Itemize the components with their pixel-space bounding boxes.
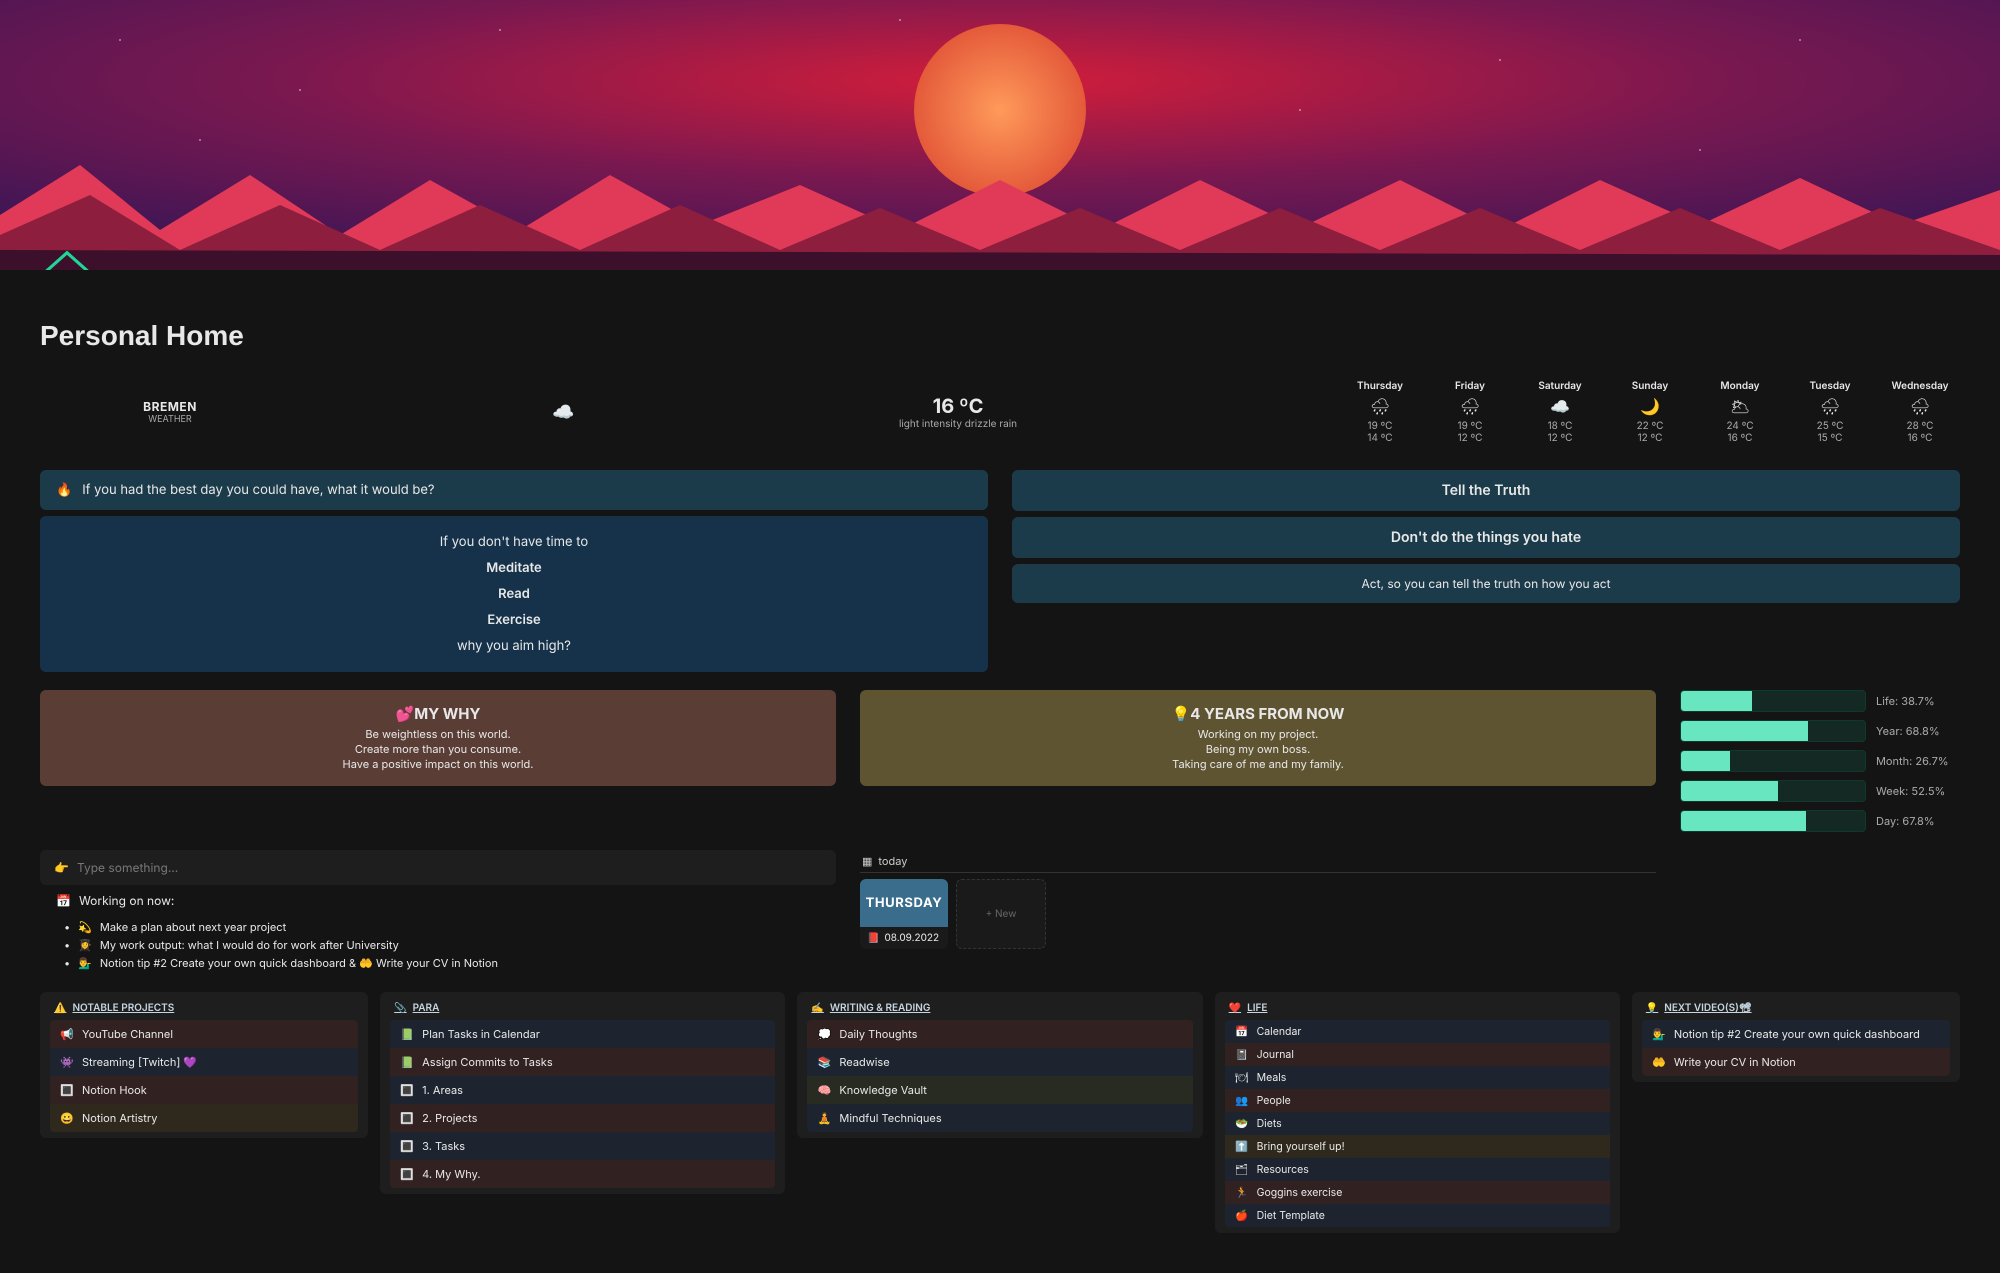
principle-1[interactable]: Tell the Truth — [1012, 470, 1960, 511]
writing-icon: ✍️ — [811, 1002, 823, 1014]
list-item[interactable]: 📗Assign Commits to Tasks — [390, 1048, 775, 1076]
bullet-item[interactable]: •👩‍🎓My work output: what I would do for … — [64, 936, 812, 954]
warning-icon: ⚠️ — [54, 1002, 66, 1014]
bullet-item[interactable]: •💫Make a plan about next year project — [64, 918, 812, 936]
four-years-panel[interactable]: 💡4 YEARS FROM NOW Working on my project.… — [860, 690, 1656, 786]
today-view-tab[interactable]: ▦ today — [860, 850, 1656, 873]
pointer-icon: 👉 — [54, 860, 69, 875]
progress-day: Day: 67.8% — [1680, 810, 1960, 832]
list-item[interactable]: 🔳3. Tasks — [390, 1132, 775, 1160]
today-card[interactable]: THURSDAY 📕08.09.2022 — [860, 879, 948, 949]
forecast-day: Friday🌧19 ºC12 ºC — [1440, 380, 1500, 444]
progress-year: Year: 68.8% — [1680, 720, 1960, 742]
journal-prompt-text: If you had the best day you could have, … — [82, 482, 434, 498]
list-item[interactable]: ⬆️Bring yourself up! — [1225, 1135, 1610, 1158]
notable-projects-card: ⚠️NOTABLE PROJECTS 📢YouTube Channel 👾Str… — [40, 992, 368, 1138]
gallery-icon: ▦ — [862, 854, 872, 868]
weather-now-icon: ☁️ — [552, 402, 566, 423]
calendar-icon: 📅 — [56, 893, 71, 908]
list-item[interactable]: 🏃Goggins exercise — [1225, 1181, 1610, 1204]
time-block-callout[interactable]: If you don't have time to Meditate Read … — [40, 516, 988, 672]
weather-now: 16 ºC light intensity drizzle rain — [828, 394, 1088, 430]
list-item[interactable]: 🧘Mindful Techniques — [807, 1104, 1192, 1132]
my-why-panel[interactable]: 💕MY WHY Be weightless on this world. Cre… — [40, 690, 836, 786]
list-item[interactable]: 📚Readwise — [807, 1048, 1192, 1076]
list-item[interactable]: 🧠Knowledge Vault — [807, 1076, 1192, 1104]
book-icon: 📕 — [867, 932, 879, 944]
forecast-day: Thursday🌧19 ºC14 ºC — [1350, 380, 1410, 444]
list-item[interactable]: 🍎Diet Template — [1225, 1204, 1610, 1227]
card-header[interactable]: 💡NEXT VIDEO(S)📽 — [1642, 1002, 1950, 1020]
list-item[interactable]: 📗Plan Tasks in Calendar — [390, 1020, 775, 1048]
bullet-item[interactable]: •💁‍♂️Notion tip #2 Create your own quick… — [64, 954, 812, 972]
card-header[interactable]: ❤️LIFE — [1225, 1002, 1610, 1020]
bulb-icon: 💡 — [1646, 1002, 1658, 1014]
writing-reading-card: ✍️WRITING & READING 💭Daily Thoughts 📚Rea… — [797, 992, 1202, 1138]
list-item[interactable]: 🔳4. My Why. — [390, 1160, 775, 1188]
journal-prompt-callout[interactable]: 🔥 If you had the best day you could have… — [40, 470, 988, 510]
list-item[interactable]: 🔳Notion Hook — [50, 1076, 358, 1104]
list-item[interactable]: 🔳1. Areas — [390, 1076, 775, 1104]
list-item[interactable]: 👥People — [1225, 1089, 1610, 1112]
page-icon[interactable] — [40, 246, 94, 270]
weather-forecast: Thursday🌧19 ºC14 ºC Friday🌧19 ºC12 ºC Sa… — [1350, 380, 1950, 444]
forecast-day: Wednesday🌧28 ºC16 ºC — [1890, 380, 1950, 444]
life-card: ❤️LIFE 📅Calendar 📓Journal 🍽Meals 👥People… — [1215, 992, 1620, 1233]
progress-month: Month: 26.7% — [1680, 750, 1960, 772]
progress-life: Life: 38.7% — [1680, 690, 1960, 712]
quick-input[interactable]: 👉 Type something... — [40, 850, 836, 885]
list-item[interactable]: 👾Streaming [Twitch] 💜 — [50, 1048, 358, 1076]
list-item[interactable]: 💁‍♂️Notion tip #2 Create your own quick … — [1642, 1020, 1950, 1048]
list-item[interactable]: 💭Daily Thoughts — [807, 1020, 1192, 1048]
list-item[interactable]: 🍽Meals — [1225, 1066, 1610, 1089]
paperclip-icon: 📎 — [394, 1002, 406, 1014]
forecast-day: Tuesday🌧25 ºC15 ºC — [1800, 380, 1860, 444]
principle-3[interactable]: Act, so you can tell the truth on how yo… — [1012, 564, 1960, 603]
progress-widget: Life: 38.7% Year: 68.8% Month: 26.7% Wee… — [1680, 690, 1960, 832]
card-header[interactable]: ⚠️NOTABLE PROJECTS — [50, 1002, 358, 1020]
weather-city: BREMEN WEATHER — [50, 399, 290, 425]
list-item[interactable]: 📅Calendar — [1225, 1020, 1610, 1043]
fire-icon: 🔥 — [56, 482, 72, 498]
next-videos-card: 💡NEXT VIDEO(S)📽 💁‍♂️Notion tip #2 Create… — [1632, 992, 1960, 1082]
page-title[interactable]: Personal Home — [40, 320, 1960, 352]
principle-2[interactable]: Don't do the things you hate — [1012, 517, 1960, 558]
new-card-button[interactable]: + New — [956, 879, 1046, 949]
bullet-list: •💫Make a plan about next year project •👩… — [40, 916, 836, 974]
weather-widget: BREMEN WEATHER ☁️ 16 ºC light intensity … — [40, 372, 1960, 452]
quick-input-placeholder: Type something... — [77, 860, 178, 875]
para-card: 📎PARA 📗Plan Tasks in Calendar 📗Assign Co… — [380, 992, 785, 1194]
cover-image — [0, 0, 2000, 270]
progress-week: Week: 52.5% — [1680, 780, 1960, 802]
card-header[interactable]: ✍️WRITING & READING — [807, 1002, 1192, 1020]
list-item[interactable]: 📓Journal — [1225, 1043, 1610, 1066]
heart-icon: ❤️ — [1229, 1002, 1241, 1014]
forecast-day: Sunday🌙22 ºC12 ºC — [1620, 380, 1680, 444]
card-header[interactable]: 📎PARA — [390, 1002, 775, 1020]
list-item[interactable]: 🗂Resources — [1225, 1158, 1610, 1181]
forecast-day: Saturday☁️18 ºC12 ºC — [1530, 380, 1590, 444]
forecast-day: Monday🌥24 ºC16 ºC — [1710, 380, 1770, 444]
list-item[interactable]: 🤲Write your CV in Notion — [1642, 1048, 1950, 1076]
list-item[interactable]: 🔳2. Projects — [390, 1104, 775, 1132]
list-item[interactable]: 😀Notion Artistry — [50, 1104, 358, 1132]
working-on-header[interactable]: 📅 Working on now: — [40, 885, 836, 916]
list-item[interactable]: 📢YouTube Channel — [50, 1020, 358, 1048]
list-item[interactable]: 🥗Diets — [1225, 1112, 1610, 1135]
